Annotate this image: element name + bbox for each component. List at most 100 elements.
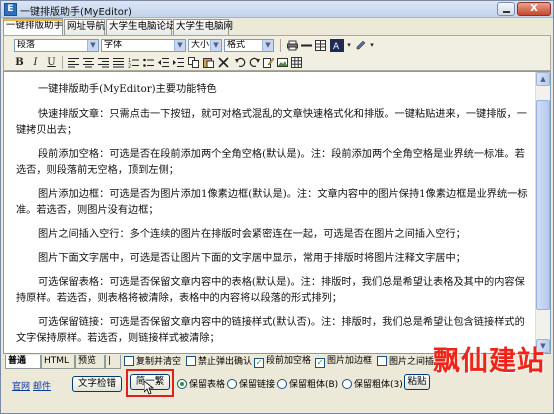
close-button[interactable]: X bbox=[517, 2, 551, 16]
radio-keep-bold-3[interactable]: 保留粗体(3) bbox=[342, 379, 403, 391]
radio-label: 保留链接 bbox=[239, 380, 276, 390]
text-color-icon[interactable]: A bbox=[330, 39, 344, 52]
tab-preview-label: 预览 bbox=[78, 356, 97, 366]
size-select[interactable]: 大小 ▼ bbox=[188, 39, 222, 52]
toolbar-divider bbox=[280, 39, 281, 52]
checkbox-label: 禁止弹出确认 bbox=[198, 357, 253, 367]
toolbar-divider bbox=[62, 56, 63, 69]
editor-heading: 一键排版助手(MyEditor)主要功能特色 bbox=[38, 84, 217, 95]
checkbox-label: 图片加边框 bbox=[327, 356, 373, 366]
tab-student-forum[interactable]: 大学生电脑论坛 bbox=[106, 19, 176, 35]
editor-area[interactable]: 一键排版助手(MyEditor)主要功能特色 快速排版文章：只需点击一下按钮，就… bbox=[3, 71, 551, 354]
svg-text:2: 2 bbox=[128, 64, 131, 69]
chevron-down-icon[interactable]: ▾ bbox=[345, 39, 353, 52]
align-right-icon[interactable] bbox=[97, 56, 110, 69]
tab-html[interactable]: HTML bbox=[41, 355, 75, 369]
image-icon[interactable] bbox=[276, 56, 289, 69]
scroll-up-icon[interactable]: ▲ bbox=[536, 72, 550, 86]
radio-circle bbox=[177, 379, 187, 389]
tab-normal-label: 普通 bbox=[8, 356, 27, 366]
redo-icon[interactable] bbox=[248, 56, 261, 69]
chevron-down-icon[interactable]: ▾ bbox=[368, 39, 376, 52]
checkbox-label: 复制并清空 bbox=[136, 357, 182, 367]
tab-more[interactable]: | bbox=[105, 355, 121, 369]
copy-icon[interactable] bbox=[187, 56, 200, 69]
ordered-list-icon[interactable]: 12 bbox=[127, 56, 140, 69]
tab-site-navigation[interactable]: 网址导航 bbox=[64, 19, 105, 35]
radio-circle bbox=[227, 379, 237, 389]
chevron-down-icon: ▼ bbox=[262, 40, 273, 51]
chevron-down-icon: ▼ bbox=[174, 40, 185, 51]
paste-button[interactable]: 粘贴 bbox=[404, 374, 430, 390]
delete-icon[interactable] bbox=[217, 56, 230, 69]
format-select[interactable]: 格式 ▼ bbox=[224, 39, 274, 52]
align-justify-icon[interactable] bbox=[112, 56, 125, 69]
tab-student-site[interactable]: 大学生电脑网 bbox=[173, 19, 233, 35]
title-bar: E 一键排版助手(MyEditor) X bbox=[1, 1, 553, 18]
indent-icon[interactable] bbox=[172, 56, 185, 69]
mail-link[interactable]: 邮件 bbox=[33, 379, 51, 392]
tab-preview[interactable]: 预览 bbox=[75, 355, 105, 369]
checkbox-box bbox=[124, 356, 134, 366]
window-title: 一键排版助手(MyEditor) bbox=[20, 7, 132, 18]
text-check-button[interactable]: 文字检错 bbox=[72, 376, 122, 392]
checkbox-box bbox=[186, 356, 196, 366]
tab-html-label: HTML bbox=[44, 356, 70, 366]
grid-icon[interactable] bbox=[290, 56, 303, 69]
radio-keep-table[interactable]: 保留表格 bbox=[177, 379, 225, 391]
watermark-logo: 飘仙建站 bbox=[433, 346, 545, 377]
tab-one-click-helper[interactable]: 一键排版助手 bbox=[3, 18, 63, 35]
checkbox-no-confirm[interactable]: 禁止弹出确认 bbox=[186, 356, 252, 368]
checkbox-copy-clear[interactable]: 复制并清空 bbox=[124, 356, 181, 368]
align-left-icon[interactable] bbox=[67, 56, 80, 69]
table-icon[interactable] bbox=[314, 39, 327, 52]
highlight-pen-icon[interactable] bbox=[354, 39, 367, 52]
outdent-icon[interactable] bbox=[157, 56, 170, 69]
radio-label: 保留粗体(B) bbox=[289, 380, 339, 390]
radio-keep-bold-b[interactable]: 保留粗体(B) bbox=[277, 379, 338, 391]
paragraph-select[interactable]: 段落 ▼ bbox=[14, 39, 99, 52]
radio-keep-link[interactable]: 保留链接 bbox=[227, 379, 275, 391]
underline-button[interactable]: U bbox=[45, 56, 58, 69]
editor-scrollbar[interactable]: ▲ ▼ bbox=[535, 72, 550, 353]
toolbar: 段落 ▼ 字体 ▼ 大小 ▼ 格式 ▼ A ▾ ▾ B I U 1 2 bbox=[3, 35, 551, 71]
chevron-down-icon: ▼ bbox=[87, 40, 98, 51]
paragraph-select-value: 段落 bbox=[17, 40, 36, 50]
scrollbar-thumb[interactable] bbox=[536, 100, 550, 310]
editor-content[interactable]: 一键排版助手(MyEditor)主要功能特色 快速排版文章：只需点击一下按钮，就… bbox=[16, 82, 528, 353]
close-icon: X bbox=[530, 3, 538, 14]
font-select-value: 字体 bbox=[104, 40, 123, 50]
align-center-icon[interactable] bbox=[82, 56, 95, 69]
svg-text:A: A bbox=[333, 42, 340, 51]
editor-paragraph: 可选保留表格：可选是否保留文章内容中的表格(默认是)。注：排版时，我们总是希望让… bbox=[16, 277, 525, 304]
editor-paragraph: 图片添加边框：可选是否为图片添加1像素边框(默认是)。注：文章内容中的图片保持1… bbox=[16, 189, 528, 216]
checkbox-label: 段前加空格 bbox=[266, 356, 312, 366]
undo-icon[interactable] bbox=[234, 56, 247, 69]
editor-paragraph: 段前添加空格：可选是否在段前添加两个全角空格(默认是)。注：段前添加两个全角空格… bbox=[16, 149, 525, 176]
print-icon[interactable] bbox=[286, 39, 299, 52]
italic-button[interactable]: I bbox=[29, 56, 42, 69]
horizontal-rule-icon[interactable] bbox=[300, 39, 313, 52]
radio-circle bbox=[277, 379, 287, 389]
chevron-down-icon: ▼ bbox=[210, 40, 221, 51]
format-select-value: 格式 bbox=[227, 40, 246, 50]
minimize-button[interactable] bbox=[497, 2, 515, 16]
top-tabs: 一键排版助手 网址导航 大学生电脑论坛 大学生电脑网 bbox=[3, 18, 553, 35]
bold-button[interactable]: B bbox=[13, 56, 26, 69]
checkbox-box bbox=[377, 356, 387, 366]
editor-paragraph: 图片之间插入空行：多个连续的图片在排版时会紧密连在一起，可选是否在图片之间插入空… bbox=[38, 229, 466, 240]
paste-icon[interactable] bbox=[202, 56, 215, 69]
checkbox-indent-spaces[interactable]: ✓ 段前加空格 bbox=[254, 356, 311, 368]
app-logo-icon: E bbox=[4, 3, 17, 16]
editor-paragraph: 图片下面文字居中，可选是否让图片下面的文字居中显示，常用于排版时将图片注释文字居… bbox=[38, 253, 466, 264]
official-site-link[interactable]: 官网 bbox=[12, 379, 30, 392]
tab-normal[interactable]: 普通 bbox=[5, 355, 41, 369]
font-select[interactable]: 字体 ▼ bbox=[101, 39, 186, 52]
radio-circle bbox=[342, 379, 352, 389]
edit-document-icon[interactable] bbox=[262, 56, 275, 69]
radio-label: 保留表格 bbox=[189, 380, 226, 390]
unordered-list-icon[interactable] bbox=[142, 56, 155, 69]
check-icon: ✓ bbox=[315, 358, 325, 368]
size-select-value: 大小 bbox=[191, 40, 210, 50]
checkbox-image-border[interactable]: ✓ 图片加边框 bbox=[315, 356, 372, 368]
